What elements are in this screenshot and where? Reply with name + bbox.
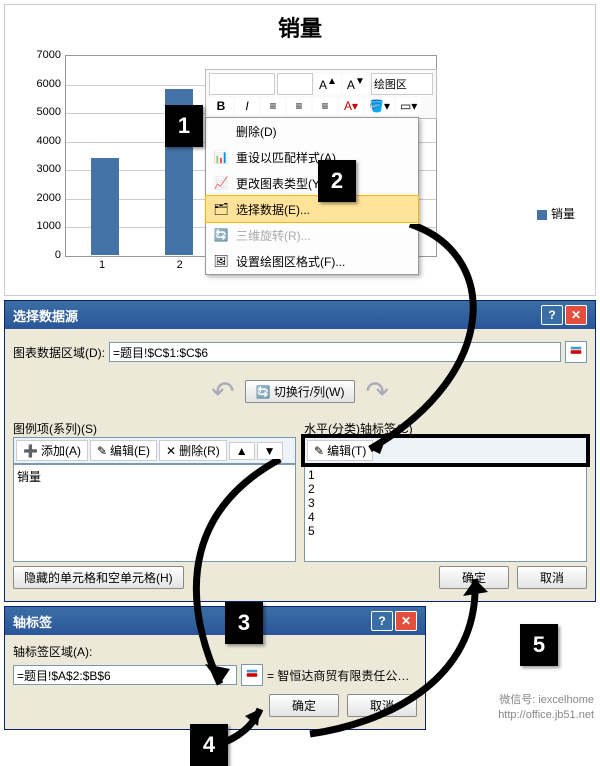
bold-icon[interactable]: B bbox=[209, 97, 233, 115]
font-color-icon[interactable]: A▾ bbox=[339, 97, 363, 115]
hidden-cells-button[interactable]: 隐藏的单元格和空单元格(H) bbox=[13, 566, 184, 589]
select-data-icon: 🗂 bbox=[212, 200, 230, 218]
list-item[interactable]: 3 bbox=[308, 496, 583, 510]
italic-icon[interactable]: I bbox=[235, 97, 259, 115]
chart-y-axis: 7000 6000 5000 4000 3000 2000 1000 0 bbox=[25, 55, 65, 255]
ok-button[interactable]: 确定 bbox=[269, 694, 339, 717]
series-toolbar: ➕添加(A) ✎编辑(E) ✕删除(R) ▲ ▼ bbox=[13, 437, 296, 464]
axis-label-range-input[interactable] bbox=[13, 665, 237, 685]
increase-font-icon[interactable]: A▲ bbox=[315, 74, 341, 94]
axis-label-preview: = 智恒达商贸有限责任公司... bbox=[267, 667, 417, 684]
axis-labels-dialog[interactable]: 轴标签 ? ✕ 轴标签区域(A): = 智恒达商贸有限责任公司... 确定 取消 bbox=[4, 606, 426, 730]
list-item[interactable]: 2 bbox=[308, 482, 583, 496]
font-size-select[interactable] bbox=[277, 73, 313, 95]
collapse-dialog-icon[interactable] bbox=[241, 664, 263, 686]
dialog-titlebar[interactable]: 选择数据源 ? ✕ bbox=[5, 301, 595, 329]
cancel-button[interactable]: 取消 bbox=[517, 566, 587, 589]
chart-plot-area[interactable]: 销量 7000 6000 5000 4000 3000 2000 1000 0 bbox=[4, 4, 596, 296]
swap-arrow-right-icon: ↷ bbox=[365, 375, 388, 408]
chart-legend[interactable]: 销量 bbox=[537, 205, 575, 222]
add-series-button[interactable]: ➕添加(A) bbox=[16, 440, 88, 461]
move-down-button[interactable]: ▼ bbox=[257, 442, 283, 460]
step-callout-5: 5 bbox=[520, 624, 558, 666]
step-callout-4: 4 bbox=[190, 724, 228, 766]
align-right-icon[interactable]: ≡ bbox=[313, 97, 337, 115]
swap-arrow-left-icon: ↶ bbox=[211, 375, 234, 408]
ctx-select-data[interactable]: 🗂 选择数据(E)... bbox=[205, 195, 419, 223]
border-icon[interactable]: ▭▾ bbox=[396, 97, 421, 115]
help-button[interactable]: ? bbox=[371, 611, 393, 631]
close-button[interactable]: ✕ bbox=[565, 305, 587, 325]
chart-type-icon: 📈 bbox=[212, 174, 230, 192]
format-plot-icon: 🖼 bbox=[212, 252, 230, 270]
select-data-source-dialog[interactable]: 选择数据源 ? ✕ 图表数据区域(D): ↶ 🔄 切换行/列(W) ↷ 图例项(… bbox=[4, 300, 596, 602]
align-center-icon[interactable]: ≡ bbox=[287, 97, 311, 115]
chart-context-menu[interactable]: 删除(D) 📊 重设以匹配样式(A) 📈 更改图表类型(Y)... 🗂 选择数据… bbox=[205, 117, 419, 275]
dialog-title-text: 轴标签 bbox=[13, 612, 52, 631]
chart-data-range-label: 图表数据区域(D): bbox=[13, 344, 105, 361]
step-callout-3: 3 bbox=[225, 602, 263, 644]
ctx-change-chart-type[interactable]: 📈 更改图表类型(Y)... bbox=[206, 170, 418, 196]
legend-entries-label: 图例项(系列)(S) bbox=[13, 420, 296, 437]
chart-title: 销量 bbox=[5, 5, 595, 49]
help-button[interactable]: ? bbox=[541, 305, 563, 325]
align-left-icon[interactable]: ≡ bbox=[261, 97, 285, 115]
fill-color-icon[interactable]: 🪣▾ bbox=[365, 97, 394, 115]
chart-element-select[interactable] bbox=[371, 73, 433, 95]
list-item[interactable]: 5 bbox=[308, 524, 583, 538]
chart-data-range-input[interactable] bbox=[109, 342, 561, 362]
ctx-delete[interactable]: 删除(D) bbox=[206, 118, 418, 144]
font-family-select[interactable] bbox=[209, 73, 275, 95]
switch-row-col-button[interactable]: 🔄 切换行/列(W) bbox=[245, 380, 356, 403]
ctx-reset-style[interactable]: 📊 重设以匹配样式(A) bbox=[206, 144, 418, 170]
collapse-dialog-icon[interactable] bbox=[565, 341, 587, 363]
step-callout-1: 1 bbox=[165, 105, 203, 147]
reset-style-icon: 📊 bbox=[212, 148, 230, 166]
list-item[interactable]: 销量 bbox=[17, 468, 292, 485]
ctx-3d-rotation: 🔄 三维旋转(R)... bbox=[206, 222, 418, 248]
list-item[interactable]: 4 bbox=[308, 510, 583, 524]
category-toolbar: ✎编辑(T) bbox=[304, 437, 587, 464]
series-listbox[interactable]: 销量 bbox=[13, 464, 296, 562]
rotate-3d-icon: 🔄 bbox=[212, 226, 230, 244]
list-item[interactable]: 1 bbox=[308, 468, 583, 482]
remove-series-button[interactable]: ✕删除(R) bbox=[159, 440, 227, 461]
step-callout-2: 2 bbox=[318, 160, 356, 202]
dialog-titlebar[interactable]: 轴标签 ? ✕ bbox=[5, 607, 425, 635]
watermark: 微信号: iexcelhome http://office.jb51.net bbox=[498, 693, 594, 722]
legend-swatch bbox=[537, 210, 547, 220]
mini-format-toolbar[interactable]: A▲ A▼ B I ≡ ≡ ≡ A▾ 🪣▾ ▭▾ bbox=[205, 69, 437, 119]
axis-label-range-label: 轴标签区域(A): bbox=[13, 643, 417, 660]
decrease-font-icon[interactable]: A▼ bbox=[343, 74, 369, 94]
blank-icon bbox=[212, 122, 230, 140]
dialog-title-text: 选择数据源 bbox=[13, 306, 78, 325]
category-listbox[interactable]: 1 2 3 4 5 bbox=[304, 464, 587, 562]
close-button[interactable]: ✕ bbox=[395, 611, 417, 631]
move-up-button[interactable]: ▲ bbox=[229, 442, 255, 460]
edit-series-button[interactable]: ✎编辑(E) bbox=[90, 440, 157, 461]
cancel-button[interactable]: 取消 bbox=[347, 694, 417, 717]
category-axis-labels-label: 水平(分类)轴标签(C) bbox=[304, 420, 587, 437]
edit-category-button[interactable]: ✎编辑(T) bbox=[307, 440, 373, 461]
ok-button[interactable]: 确定 bbox=[439, 566, 509, 589]
ctx-format-plot-area[interactable]: 🖼 设置绘图区格式(F)... bbox=[206, 248, 418, 274]
